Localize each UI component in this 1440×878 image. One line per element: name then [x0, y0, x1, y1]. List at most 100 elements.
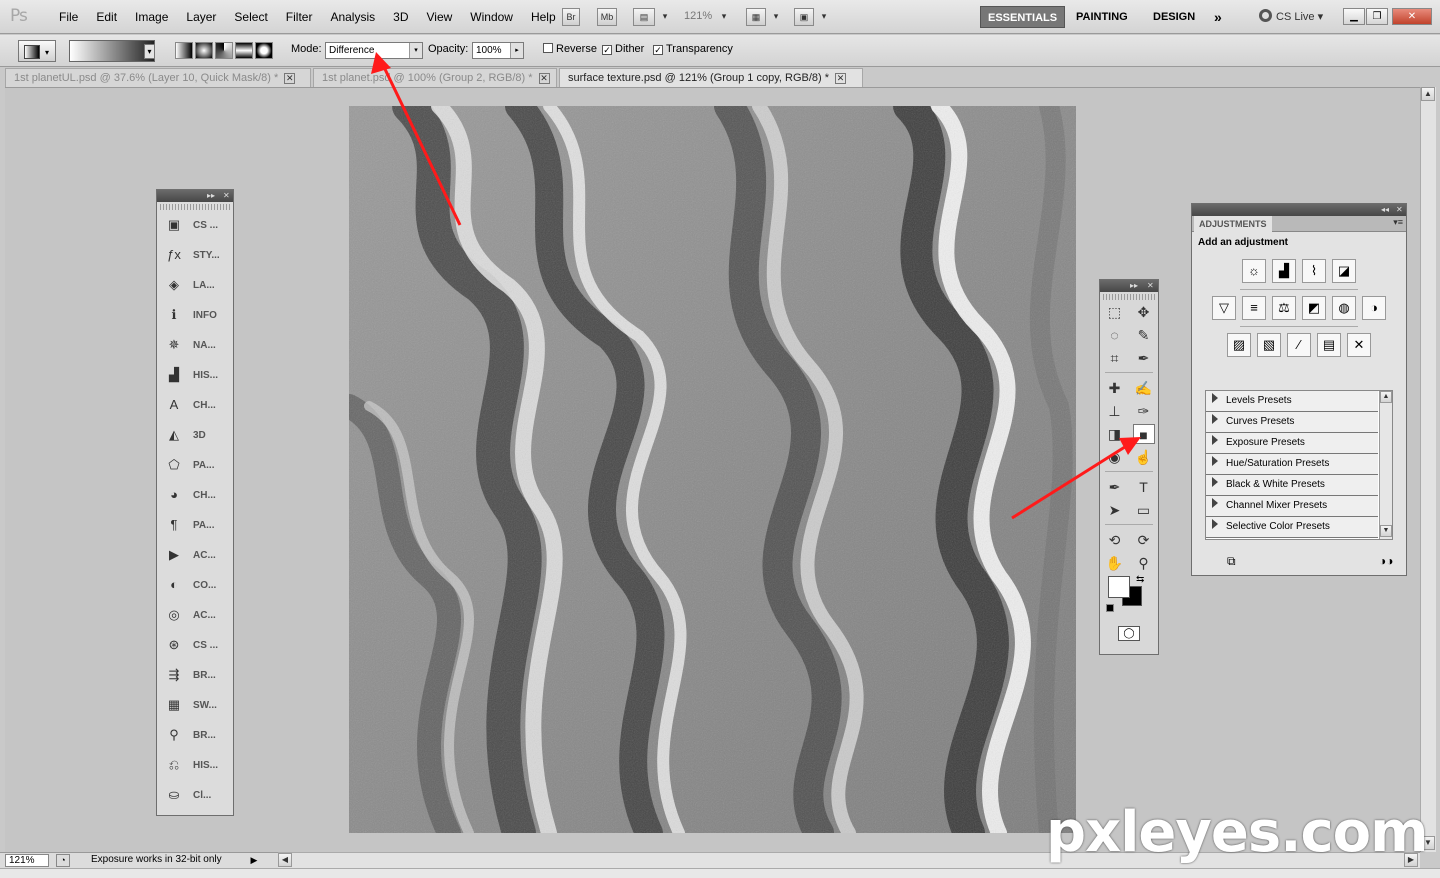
- bridge-button[interactable]: Br: [562, 8, 580, 26]
- minimize-button[interactable]: ▁: [1343, 8, 1365, 25]
- menu-image[interactable]: Image: [126, 10, 177, 24]
- 3d-rotate-tool-icon[interactable]: ⟲: [1104, 530, 1126, 550]
- zoom-tool-icon[interactable]: ⚲: [1133, 553, 1155, 573]
- diamond-gradient-icon[interactable]: [255, 42, 273, 59]
- dock-item-layers[interactable]: ◈ LA...: [157, 270, 233, 300]
- collapse-panel-icon[interactable]: ◂◂: [1381, 204, 1389, 216]
- dock-item-brushes[interactable]: ⚲ BR...: [157, 720, 233, 750]
- hand-tool-icon[interactable]: ✋: [1104, 553, 1126, 573]
- zoom-level[interactable]: 121%: [684, 10, 712, 22]
- expand-tools-icon[interactable]: ▸▸: [1130, 280, 1138, 292]
- scroll-left-icon[interactable]: ◀: [278, 853, 292, 867]
- preset-item[interactable]: Hue/Saturation Presets: [1206, 454, 1378, 475]
- expand-triangle-icon[interactable]: [1212, 393, 1218, 403]
- 3d-orbit-tool-icon[interactable]: ⟳: [1133, 530, 1155, 550]
- panel-menu-icon[interactable]: ▾≡: [1393, 217, 1403, 228]
- dock-item-info[interactable]: ℹ INFO: [157, 300, 233, 330]
- status-menu-icon[interactable]: ▶: [248, 854, 260, 867]
- transparency-checkbox[interactable]: ✓ Transparency: [653, 43, 733, 55]
- extras-view-button[interactable]: ▤: [633, 8, 655, 26]
- shape-tool-icon[interactable]: ▭: [1133, 500, 1155, 520]
- vertical-scrollbar[interactable]: ▲ ▼: [1420, 87, 1436, 852]
- quick-select-tool-icon[interactable]: ✎: [1133, 325, 1155, 345]
- blur-tool-icon[interactable]: ◉: [1104, 447, 1126, 467]
- dither-checkbox[interactable]: ✓ Dither: [602, 43, 644, 55]
- expand-triangle-icon[interactable]: [1212, 456, 1218, 466]
- clip-to-layer-icon[interactable]: ◑◑: [1379, 554, 1394, 568]
- expand-triangle-icon[interactable]: [1212, 519, 1218, 529]
- angle-gradient-icon[interactable]: [215, 42, 233, 59]
- posterize-icon[interactable]: ▧: [1257, 333, 1281, 357]
- dock-header[interactable]: ▸▸ ✕: [157, 190, 233, 202]
- exposure-icon[interactable]: ◪: [1332, 259, 1356, 283]
- dock-item-3d[interactable]: ◭ 3D: [157, 420, 233, 450]
- menu-edit[interactable]: Edit: [87, 10, 126, 24]
- workspace-painting[interactable]: PAINTING: [1069, 6, 1135, 28]
- path-select-tool-icon[interactable]: ➤: [1104, 500, 1126, 520]
- channel-mixer-icon[interactable]: ◑: [1362, 296, 1386, 320]
- preset-item[interactable]: Exposure Presets: [1206, 433, 1378, 454]
- close-tab-icon[interactable]: ✕: [835, 73, 847, 84]
- crop-tool-icon[interactable]: ⌗: [1104, 348, 1126, 368]
- mode-select[interactable]: Difference ▾: [325, 42, 423, 59]
- dock-item-animation[interactable]: ◎ AC...: [157, 600, 233, 630]
- levels-icon[interactable]: ▟: [1272, 259, 1296, 283]
- move-tool-icon[interactable]: ✥: [1133, 302, 1155, 322]
- gradient-tool-icon[interactable]: ■: [1132, 423, 1155, 444]
- dock-item-brush-presets[interactable]: ⇶ BR...: [157, 660, 233, 690]
- vibrance-icon[interactable]: ▽: [1212, 296, 1236, 320]
- brightness-contrast-icon[interactable]: ☼: [1242, 259, 1266, 283]
- eyedropper-tool-icon[interactable]: ✒: [1133, 348, 1155, 368]
- menu-view[interactable]: View: [417, 10, 461, 24]
- dock-item-histogram[interactable]: ▟ HIS...: [157, 360, 233, 390]
- tab-1st-planet[interactable]: 1st planet.psd @ 100% (Group 2, RGB/8) *…: [313, 68, 557, 87]
- expand-triangle-icon[interactable]: [1212, 414, 1218, 424]
- preset-item[interactable]: Selective Color Presets: [1206, 517, 1378, 538]
- adjustments-header[interactable]: ◂◂ ✕: [1192, 204, 1406, 216]
- preset-item[interactable]: Channel Mixer Presets: [1206, 496, 1378, 517]
- tool-preset-dropdown-icon[interactable]: ▾: [45, 48, 49, 57]
- menu-3d[interactable]: 3D: [384, 10, 417, 24]
- pen-tool-icon[interactable]: ✒: [1104, 477, 1126, 497]
- clone-stamp-tool-icon[interactable]: ⊥: [1104, 401, 1126, 421]
- presets-scroll-up-icon[interactable]: ▲: [1380, 391, 1392, 403]
- status-info-icon[interactable]: ◔: [56, 854, 70, 867]
- swap-colors-icon[interactable]: ⇆: [1136, 574, 1144, 585]
- close-tab-icon[interactable]: ✕: [538, 73, 550, 84]
- workspace-design[interactable]: DESIGN: [1146, 6, 1202, 28]
- zoom-field[interactable]: 121%: [5, 854, 49, 867]
- close-tab-icon[interactable]: ✕: [284, 73, 296, 84]
- extras-dropdown-icon[interactable]: ▾: [660, 8, 670, 26]
- color-balance-icon[interactable]: ⚖: [1272, 296, 1296, 320]
- tools-header[interactable]: ▸▸ ✕: [1100, 280, 1158, 292]
- linear-gradient-icon[interactable]: [175, 42, 193, 59]
- opacity-slider-icon[interactable]: ▸: [510, 43, 523, 58]
- hue-saturation-icon[interactable]: ≡: [1242, 296, 1266, 320]
- dock-item-channels[interactable]: ◕ CH...: [157, 480, 233, 510]
- tab-1st-planetul[interactable]: 1st planetUL.psd @ 37.6% (Layer 10, Quic…: [5, 68, 311, 87]
- zoom-dropdown-icon[interactable]: ▾: [719, 8, 729, 26]
- menu-help[interactable]: Help: [522, 10, 565, 24]
- dock-item-styles[interactable]: ƒx STY...: [157, 240, 233, 270]
- dock-item-history[interactable]: ⎌ HIS...: [157, 750, 233, 780]
- presets-scrollbar[interactable]: ▲ ▼: [1379, 391, 1392, 539]
- quick-mask-icon[interactable]: ◯: [1118, 626, 1140, 641]
- close-dock-icon[interactable]: ✕: [223, 190, 230, 202]
- tool-preset-picker[interactable]: [18, 40, 56, 62]
- threshold-icon[interactable]: ⁄: [1287, 333, 1311, 357]
- foreground-color-swatch[interactable]: [1108, 576, 1130, 598]
- close-tools-icon[interactable]: ✕: [1147, 280, 1154, 292]
- reverse-checkbox[interactable]: Reverse: [543, 43, 597, 55]
- selective-color-icon[interactable]: ✕: [1347, 333, 1371, 357]
- tab-surface-texture[interactable]: surface texture.psd @ 121% (Group 1 copy…: [559, 68, 863, 87]
- dock-item-cs-review[interactable]: ▣ CS ...: [157, 210, 233, 240]
- preset-item[interactable]: Black & White Presets: [1206, 475, 1378, 496]
- black-white-icon[interactable]: ◩: [1302, 296, 1326, 320]
- reflected-gradient-icon[interactable]: [235, 42, 253, 59]
- preset-item[interactable]: Curves Presets: [1206, 412, 1378, 433]
- expand-panels-icon[interactable]: ▸▸: [207, 190, 215, 202]
- opacity-field[interactable]: 100% ▸: [472, 42, 524, 59]
- arrange-documents-button[interactable]: ▦: [746, 8, 766, 26]
- preset-item[interactable]: Levels Presets: [1206, 391, 1378, 412]
- eraser-tool-icon[interactable]: ◨: [1104, 424, 1126, 444]
